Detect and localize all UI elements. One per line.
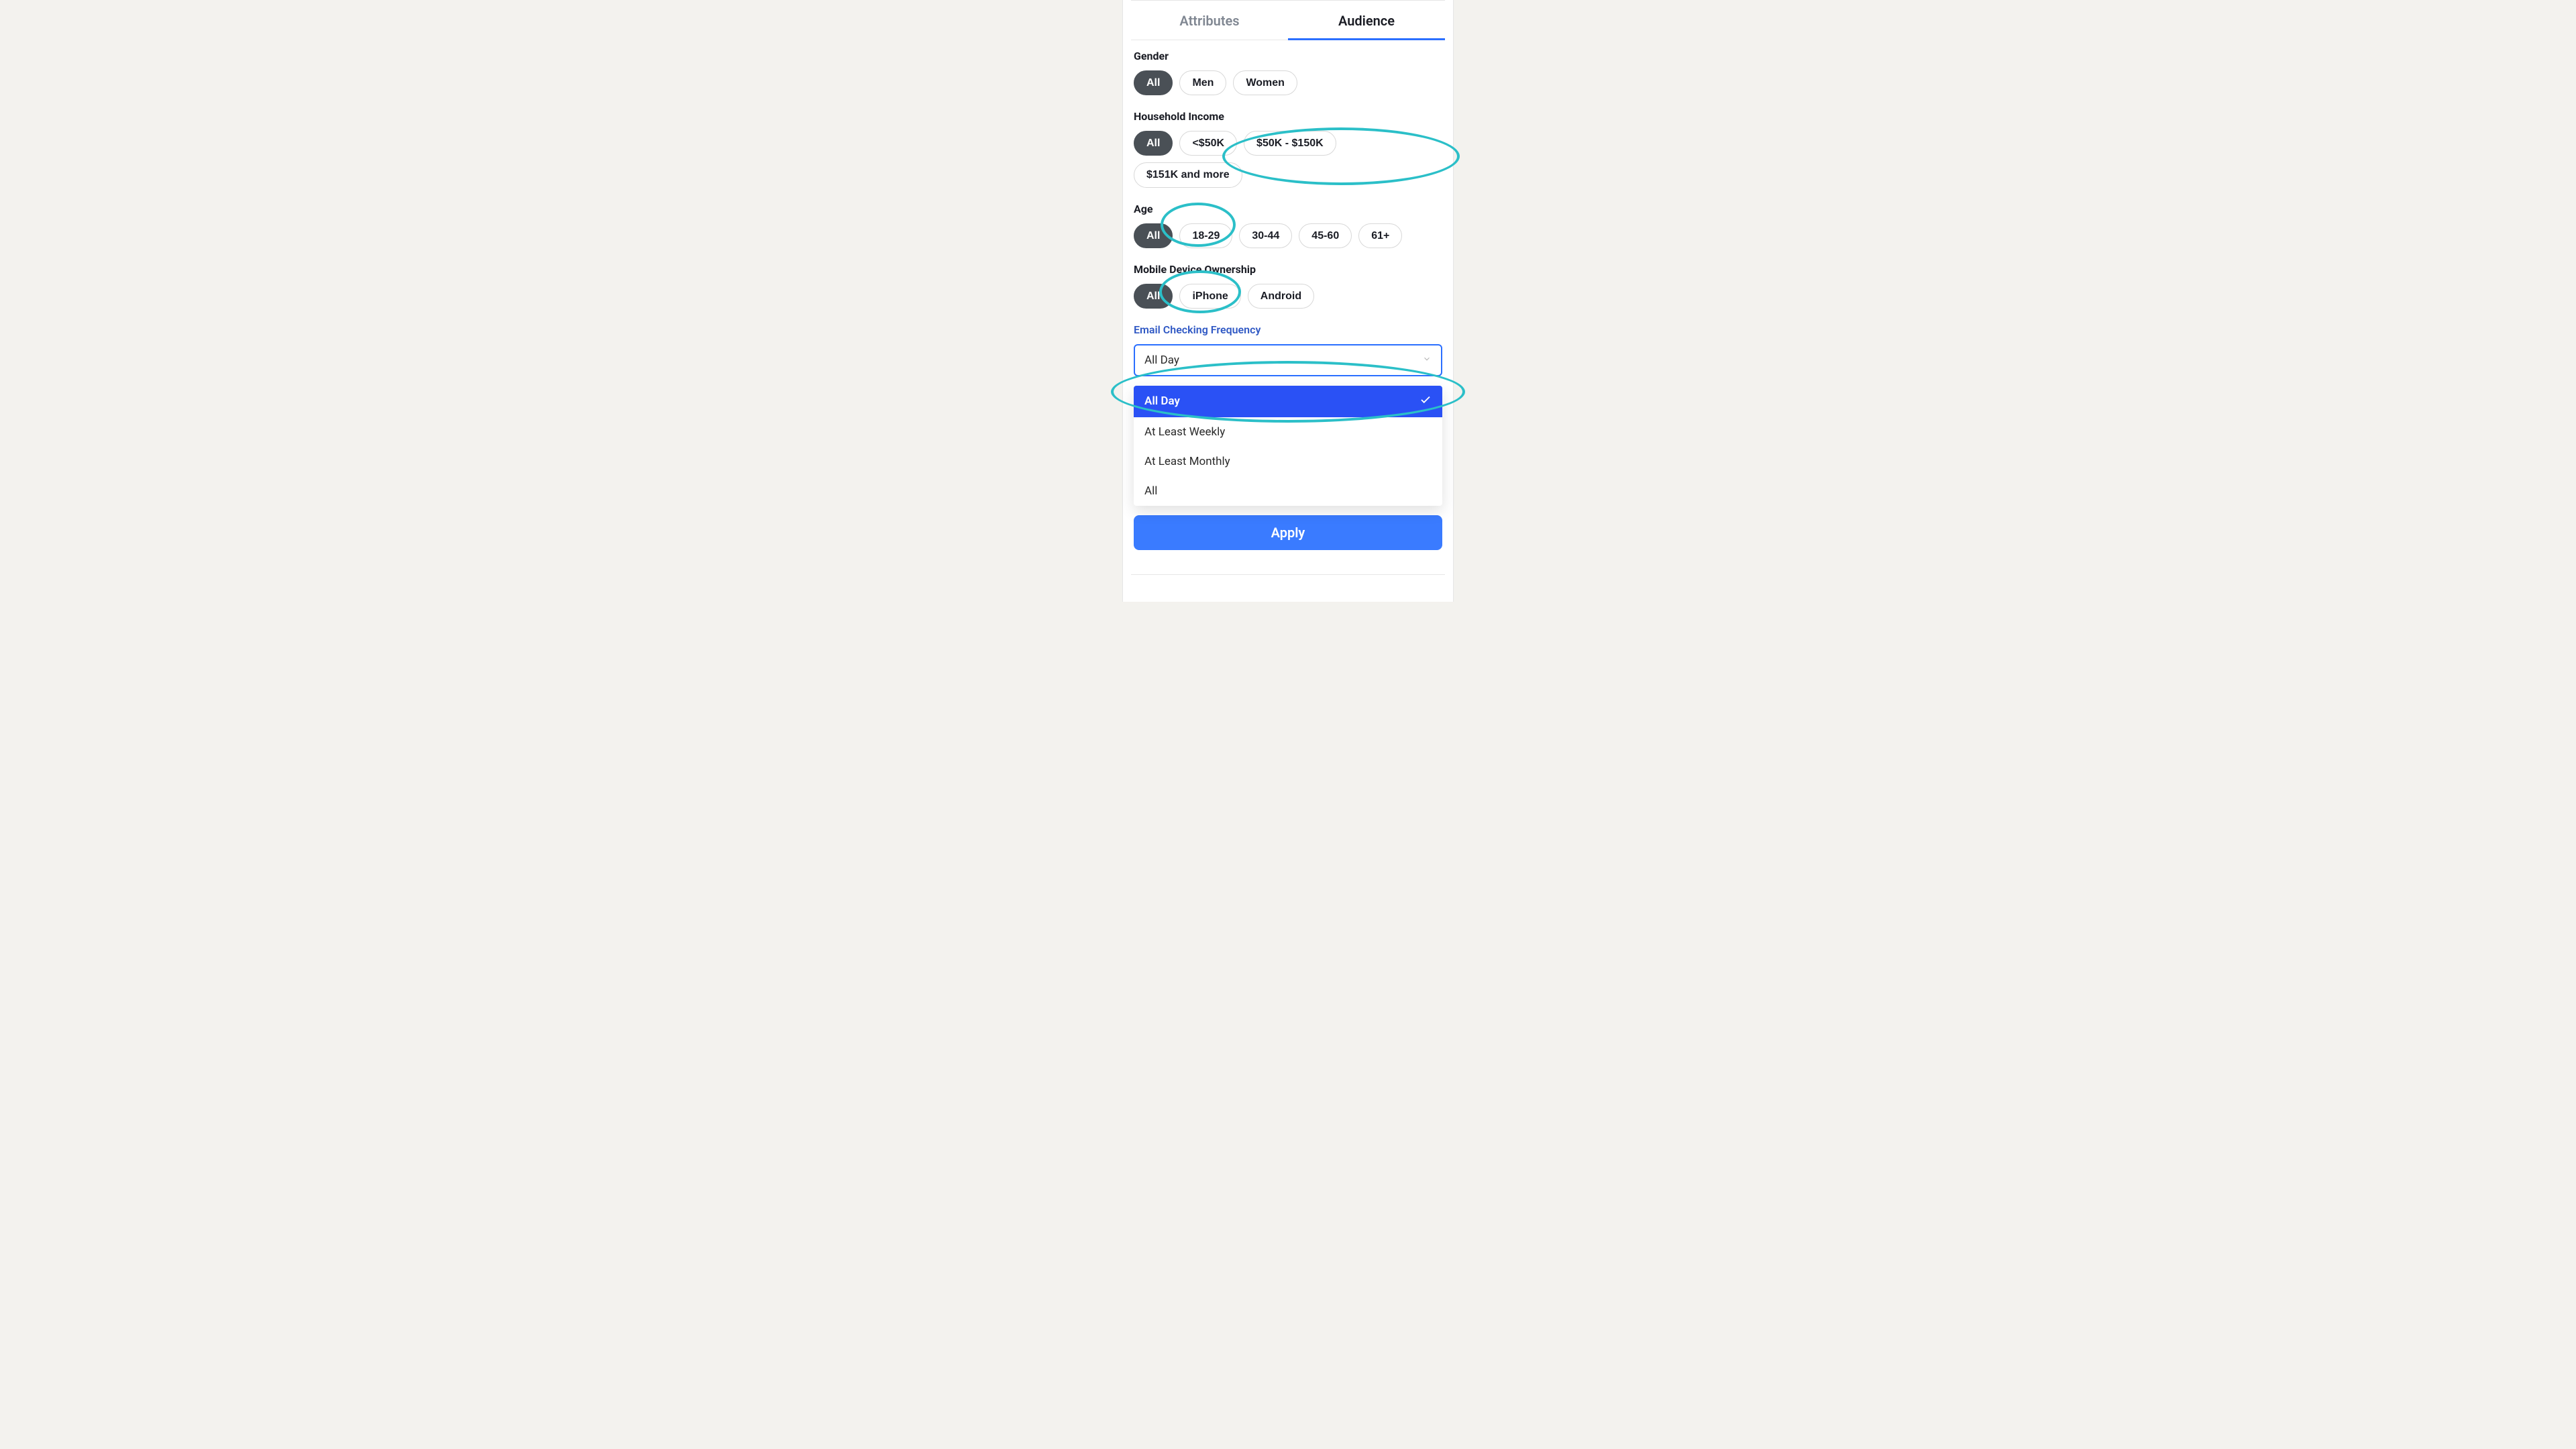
- select-email-freq-value: All Day: [1144, 354, 1179, 367]
- option-all[interactable]: All: [1134, 476, 1442, 506]
- label-age: Age: [1134, 203, 1442, 215]
- pill-device-iphone[interactable]: iPhone: [1179, 284, 1240, 309]
- pill-gender-all[interactable]: All: [1134, 70, 1173, 95]
- pill-age-30-44[interactable]: 30-44: [1239, 223, 1292, 248]
- option-at-least-monthly[interactable]: At Least Monthly: [1134, 447, 1442, 476]
- dropdown-email-freq: All Day At Least Weekly At Least Monthly…: [1134, 386, 1442, 506]
- pill-device-android[interactable]: Android: [1248, 284, 1314, 309]
- divider: [1131, 574, 1445, 575]
- label-device: Mobile Device Ownership: [1134, 263, 1442, 276]
- pill-income-151plus[interactable]: $151K and more: [1134, 162, 1242, 187]
- section-email-freq: Email Checking Frequency All Day: [1123, 314, 1453, 382]
- pill-gender-men[interactable]: Men: [1179, 70, 1226, 95]
- audience-filter-panel: Attributes Audience Gender All Men Women…: [1122, 0, 1454, 602]
- income-options: All <$50K $50K - $150K $151K and more: [1134, 131, 1442, 187]
- active-tab-underline: [1288, 38, 1445, 40]
- option-label: All: [1144, 484, 1157, 498]
- tab-audience[interactable]: Audience: [1288, 1, 1445, 40]
- pill-age-all[interactable]: All: [1134, 223, 1173, 248]
- pill-gender-women[interactable]: Women: [1233, 70, 1297, 95]
- section-income: Household Income All <$50K $50K - $150K …: [1123, 101, 1453, 193]
- tabs: Attributes Audience: [1131, 0, 1445, 40]
- select-email-freq[interactable]: All Day: [1134, 344, 1442, 376]
- option-label: At Least Weekly: [1144, 425, 1225, 439]
- section-device: Mobile Device Ownership All iPhone Andro…: [1123, 254, 1453, 314]
- pill-age-45-60[interactable]: 45-60: [1299, 223, 1352, 248]
- device-options: All iPhone Android: [1134, 284, 1442, 309]
- section-age: Age All 18-29 30-44 45-60 61+: [1123, 193, 1453, 254]
- pill-device-all[interactable]: All: [1134, 284, 1173, 309]
- pill-age-61plus[interactable]: 61+: [1358, 223, 1402, 248]
- tab-attributes[interactable]: Attributes: [1131, 1, 1288, 40]
- option-at-least-weekly[interactable]: At Least Weekly: [1134, 417, 1442, 447]
- gender-options: All Men Women: [1134, 70, 1442, 95]
- pill-income-under50k[interactable]: <$50K: [1179, 131, 1237, 156]
- chevron-down-icon: [1422, 354, 1432, 366]
- pill-age-18-29[interactable]: 18-29: [1179, 223, 1232, 248]
- pill-income-50-150k[interactable]: $50K - $150K: [1244, 131, 1336, 156]
- pill-income-all[interactable]: All: [1134, 131, 1173, 156]
- option-all-day[interactable]: All Day: [1134, 386, 1442, 417]
- label-email-freq: Email Checking Frequency: [1134, 323, 1442, 336]
- label-income: Household Income: [1134, 110, 1442, 123]
- option-label: At Least Monthly: [1144, 455, 1230, 468]
- check-icon: [1419, 394, 1432, 409]
- age-options: All 18-29 30-44 45-60 61+: [1134, 223, 1442, 248]
- apply-button[interactable]: Apply: [1134, 515, 1442, 550]
- label-gender: Gender: [1134, 50, 1442, 62]
- option-label: All Day: [1144, 394, 1180, 408]
- section-gender: Gender All Men Women: [1123, 40, 1453, 101]
